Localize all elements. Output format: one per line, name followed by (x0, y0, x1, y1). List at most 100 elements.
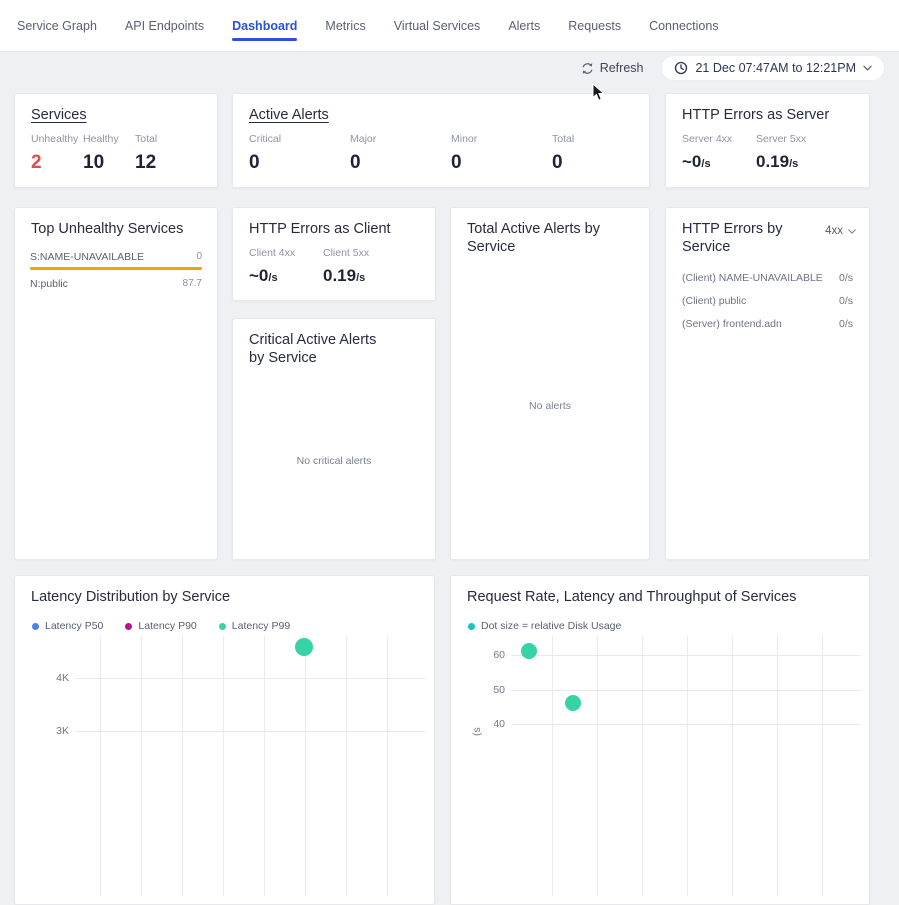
stat-label: Total (135, 133, 187, 145)
stat-server-5xx: Server 5xx 0.19/s (756, 133, 830, 172)
http-errors-client-card: HTTP Errors as Client Client 4xx ~0/s Cl… (232, 207, 436, 301)
stat-label: Client 5xx (323, 247, 397, 259)
y-axis-tick-label: 4K (31, 672, 69, 684)
stat-value: 10 (83, 152, 135, 174)
empty-state-text: No critical alerts (297, 455, 372, 467)
empty-state-text: No alerts (529, 400, 571, 412)
latency-chart-title: Latency Distribution by Service (15, 576, 434, 606)
y-axis-tick-label: 3K (31, 725, 69, 737)
time-range-picker[interactable]: 21 Dec 07:47AM to 12:21PM (661, 55, 885, 81)
scatter-point[interactable] (565, 695, 581, 711)
dashboard-toolbar: Refresh 21 Dec 07:47AM to 12:21PM (0, 52, 899, 84)
stat-label: Client 4xx (249, 247, 323, 259)
tab-api-endpoints[interactable]: API Endpoints (125, 0, 204, 51)
stat-value: 0 (249, 152, 350, 174)
chevron-down-icon (848, 229, 856, 234)
request-chart-title: Request Rate, Latency and Throughput of … (451, 576, 869, 606)
unhealthy-service-item[interactable]: N:public 87.7 (15, 278, 217, 290)
stat-client-4xx: Client 4xx ~0/s (249, 247, 323, 286)
health-bar (30, 267, 202, 270)
stat-value: ~0/s (249, 266, 323, 286)
chart-legend: Latency P50 Latency P90 Latency P99 (32, 620, 290, 632)
tab-metrics[interactable]: Metrics (325, 0, 365, 51)
service-score: 0 (196, 251, 202, 263)
active-alerts-card-title[interactable]: Active Alerts (233, 94, 649, 124)
service-name: N:public (30, 278, 68, 290)
legend-label: Latency P50 (45, 620, 103, 632)
service-score: 87.7 (183, 278, 202, 290)
http-errors-server-title: HTTP Errors as Server (666, 94, 869, 124)
errors-filter-select[interactable]: 4xx (825, 225, 856, 237)
http-errors-client-title: HTTP Errors as Client (233, 208, 435, 238)
critical-alerts-by-service-card: Critical Active Alerts by Service No cri… (232, 318, 436, 560)
stat-label: Minor (451, 133, 552, 145)
gridline (75, 678, 426, 679)
clock-icon (674, 61, 688, 75)
refresh-button[interactable]: Refresh (581, 61, 644, 75)
scatter-point[interactable] (295, 638, 313, 656)
stat-value: 0 (451, 152, 552, 174)
stat-value: 0.19/s (756, 152, 830, 172)
y-axis-title: (s (471, 727, 483, 736)
row-value: 0/s (839, 295, 853, 307)
stat-label: Healthy (83, 133, 135, 145)
y-axis-tick-label: 60 (467, 649, 505, 661)
plot-area (511, 636, 861, 896)
legend-dot-icon (468, 623, 475, 630)
row-value: 0/s (839, 318, 853, 330)
request-rate-card: Request Rate, Latency and Throughput of … (450, 575, 870, 905)
row-label: (Server) frontend.adn (682, 318, 782, 330)
refresh-label: Refresh (600, 61, 644, 75)
stat-critical: Critical 0 (249, 133, 350, 174)
legend-dot-icon (219, 623, 226, 630)
services-summary-card: Services Unhealthy 2 Healthy 10 Total 12 (14, 93, 218, 188)
total-alerts-by-service-card: Total Active Alerts by Service No alerts (450, 207, 650, 560)
tab-virtual-services[interactable]: Virtual Services (394, 0, 481, 51)
active-alerts-card: Active Alerts Critical 0 Major 0 Minor 0… (232, 93, 650, 188)
services-card-title[interactable]: Services (15, 94, 217, 124)
error-service-row[interactable]: (Client) public 0/s (666, 295, 869, 307)
stat-value: 2 (31, 152, 83, 174)
stat-value: 0 (552, 152, 653, 174)
top-unhealthy-services-card: Top Unhealthy Services S:NAME-UNAVAILABL… (14, 207, 218, 560)
legend-item-disk-usage: Dot size = relative Disk Usage (468, 620, 621, 632)
plot-area (75, 636, 426, 896)
stat-label: Server 4xx (682, 133, 756, 145)
legend-item-p90[interactable]: Latency P90 (125, 620, 196, 632)
tab-dashboard[interactable]: Dashboard (232, 0, 297, 51)
stat-label: Total (552, 133, 653, 145)
stat-value: 0 (350, 152, 451, 174)
unhealthy-service-item[interactable]: S:NAME-UNAVAILABLE 0 (15, 251, 217, 270)
legend-item-p99[interactable]: Latency P99 (219, 620, 290, 632)
stat-server-4xx: Server 4xx ~0/s (682, 133, 756, 172)
stat-value: 12 (135, 152, 187, 174)
chevron-down-icon (863, 65, 872, 71)
filter-value: 4xx (825, 225, 843, 237)
stat-healthy: Healthy 10 (83, 133, 135, 174)
tab-alerts[interactable]: Alerts (508, 0, 540, 51)
time-range-label: 21 Dec 07:47AM to 12:21PM (695, 61, 856, 75)
gridline (511, 655, 861, 656)
legend-dot-icon (32, 623, 39, 630)
row-label: (Client) NAME-UNAVAILABLE (682, 272, 823, 284)
latency-distribution-card: Latency Distribution by Service Latency … (14, 575, 435, 905)
stat-value: ~0/s (682, 152, 756, 172)
tab-connections[interactable]: Connections (649, 0, 719, 51)
row-label: (Client) public (682, 295, 746, 307)
scatter-point[interactable] (521, 643, 537, 659)
stat-total-alerts: Total 0 (552, 133, 653, 174)
stat-total-services: Total 12 (135, 133, 187, 174)
stat-label: Server 5xx (756, 133, 830, 145)
request-scatter-plot: 605040(s (467, 636, 861, 896)
error-service-row[interactable]: (Client) NAME-UNAVAILABLE 0/s (666, 272, 869, 284)
legend-item-p50[interactable]: Latency P50 (32, 620, 103, 632)
gridline (75, 731, 426, 732)
stat-major: Major 0 (350, 133, 451, 174)
top-nav: Service Graph API Endpoints Dashboard Me… (0, 0, 899, 52)
stat-client-5xx: Client 5xx 0.19/s (323, 247, 397, 286)
tab-service-graph[interactable]: Service Graph (17, 0, 97, 51)
legend-label: Dot size = relative Disk Usage (481, 620, 621, 632)
tab-requests[interactable]: Requests (568, 0, 621, 51)
error-service-row[interactable]: (Server) frontend.adn 0/s (666, 318, 869, 330)
gridline (511, 690, 861, 691)
